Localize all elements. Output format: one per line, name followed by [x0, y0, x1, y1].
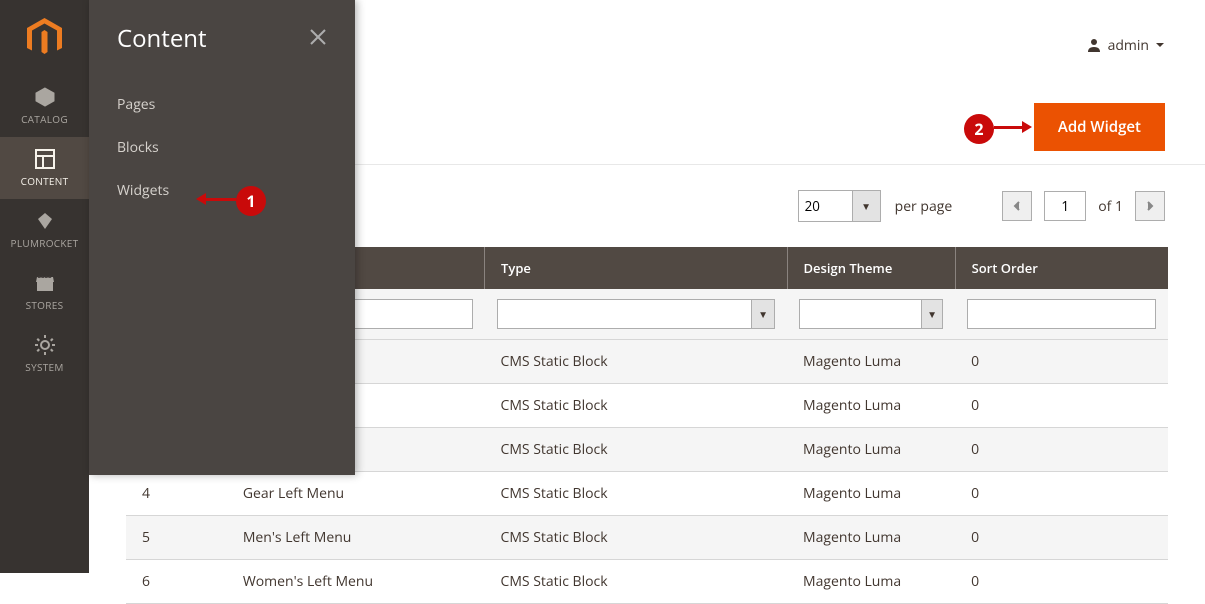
- cell-sort: 0: [955, 560, 1168, 604]
- table-row[interactable]: 4Gear Left MenuCMS Static BlockMagento L…: [126, 472, 1168, 516]
- magento-logo[interactable]: [0, 0, 89, 75]
- col-header-sort[interactable]: Sort Order: [955, 247, 1168, 289]
- cell-theme: Magento Luma: [787, 560, 955, 604]
- pagination: ▼ per page of 1: [798, 190, 1165, 222]
- layout-icon: [34, 148, 56, 170]
- cell-type: CMS Static Block: [485, 340, 788, 384]
- cell-sort: 0: [955, 340, 1168, 384]
- col-header-theme[interactable]: Design Theme: [787, 247, 955, 289]
- cell-sort: 0: [955, 472, 1168, 516]
- filter-sort-input[interactable]: [967, 299, 1156, 329]
- submenu-header: Content: [89, 0, 355, 73]
- chevron-down-icon[interactable]: ▼: [751, 299, 775, 329]
- page-next-button[interactable]: [1135, 191, 1165, 221]
- submenu-item-blocks[interactable]: Blocks: [89, 126, 355, 169]
- cell-theme: Magento Luma: [787, 516, 955, 560]
- cell-sort: 0: [955, 516, 1168, 560]
- filter-theme-select[interactable]: [799, 299, 921, 329]
- cell-type: CMS Static Block: [485, 384, 788, 428]
- content-submenu: Content Pages Blocks Widgets: [89, 0, 355, 475]
- table-row[interactable]: 5Men's Left MenuCMS Static BlockMagento …: [126, 516, 1168, 560]
- submenu-item-widgets[interactable]: Widgets: [89, 169, 355, 212]
- cell-type: CMS Static Block: [485, 516, 788, 560]
- cell-theme: Magento Luma: [787, 472, 955, 516]
- cell-id: 6: [126, 560, 227, 604]
- cube-icon: [34, 86, 56, 108]
- cell-type: CMS Static Block: [485, 472, 788, 516]
- cell-theme: Magento Luma: [787, 428, 955, 472]
- col-header-type[interactable]: Type: [485, 247, 788, 289]
- close-icon[interactable]: [309, 25, 327, 52]
- sidebar-item-label: STORES: [26, 298, 64, 312]
- page-of-text: of 1: [1098, 197, 1123, 216]
- sidebar-item-label: CONTENT: [21, 174, 69, 188]
- cell-widget: Men's Left Menu: [227, 516, 485, 560]
- chevron-down-icon[interactable]: ▼: [921, 299, 943, 329]
- storefront-icon: [34, 272, 56, 294]
- annotation-arrow-2: [994, 126, 1034, 129]
- sidebar-item-label: PLUMROCKET: [11, 236, 79, 250]
- cell-widget: Gear Left Menu: [227, 472, 485, 516]
- annotation-badge-2: 2: [964, 114, 994, 144]
- cell-type: CMS Static Block: [485, 560, 788, 604]
- annotation-badge-1: 1: [236, 186, 266, 216]
- sidebar-item-label: SYSTEM: [25, 360, 63, 374]
- per-page-select[interactable]: [798, 190, 853, 222]
- cell-sort: 0: [955, 428, 1168, 472]
- chevron-down-icon: [1155, 36, 1165, 55]
- chevron-down-icon[interactable]: ▼: [853, 190, 881, 222]
- sidebar-item-plumrocket[interactable]: PLUMROCKET: [0, 199, 89, 261]
- add-widget-button[interactable]: Add Widget: [1034, 103, 1165, 151]
- gear-icon: [34, 334, 56, 356]
- cell-widget: Women's Left Menu: [227, 560, 485, 604]
- table-row[interactable]: 6Women's Left MenuCMS Static BlockMagent…: [126, 560, 1168, 604]
- cell-sort: 0: [955, 384, 1168, 428]
- cell-theme: Magento Luma: [787, 340, 955, 384]
- user-icon: [1086, 37, 1102, 53]
- sidebar-item-stores[interactable]: STORES: [0, 261, 89, 323]
- cell-theme: Magento Luma: [787, 384, 955, 428]
- submenu-item-pages[interactable]: Pages: [89, 83, 355, 126]
- annotation-arrow-1: [196, 198, 236, 201]
- sidebar-nav: CATALOG CONTENT PLUMROCKET STORES SYSTEM: [0, 0, 89, 573]
- page-number-input[interactable]: [1044, 191, 1086, 221]
- user-name: admin: [1108, 36, 1149, 55]
- cell-id: 4: [126, 472, 227, 516]
- sidebar-item-catalog[interactable]: CATALOG: [0, 75, 89, 137]
- submenu-title: Content: [117, 22, 207, 55]
- sidebar-item-label: CATALOG: [21, 112, 68, 126]
- user-menu[interactable]: admin: [1086, 36, 1165, 55]
- per-page-label: per page: [895, 197, 953, 216]
- magento-logo-icon: [27, 18, 62, 58]
- diamond-icon: [34, 210, 56, 232]
- cell-id: 5: [126, 516, 227, 560]
- page-prev-button[interactable]: [1002, 191, 1032, 221]
- filter-type-select[interactable]: [497, 299, 752, 329]
- cell-type: CMS Static Block: [485, 428, 788, 472]
- sidebar-item-content[interactable]: CONTENT: [0, 137, 89, 199]
- sidebar-item-system[interactable]: SYSTEM: [0, 323, 89, 385]
